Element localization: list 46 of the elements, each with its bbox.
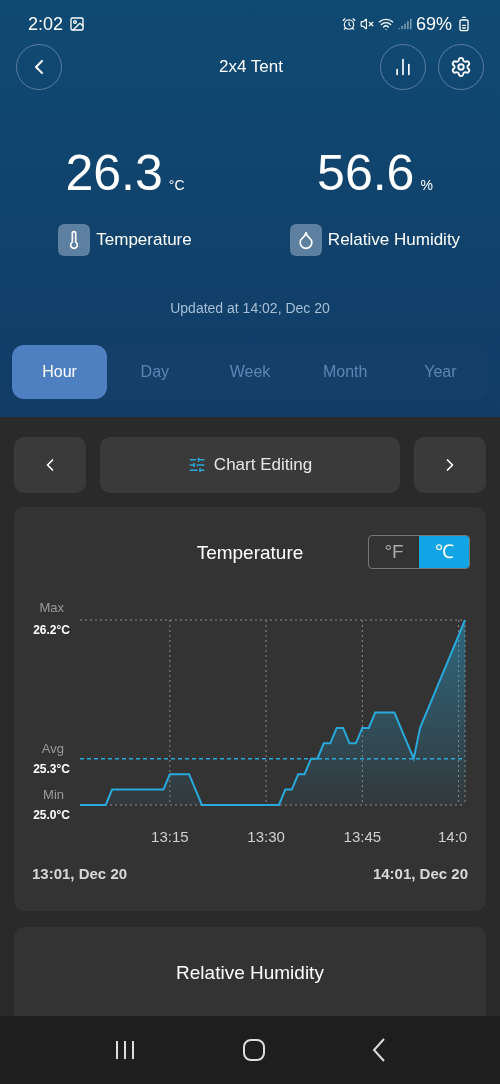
droplet-icon — [289, 224, 322, 256]
settings-icon — [450, 56, 472, 78]
reading-label: Relative Humidity — [327, 229, 461, 252]
mute-icon — [359, 17, 374, 31]
home-icon[interactable] — [243, 1039, 265, 1061]
reading-unit: % — [420, 176, 433, 195]
updated-time: Updated at 14:02, Dec 20 — [169, 299, 331, 318]
reading-value: 56.6 — [317, 146, 415, 200]
recent-apps-icon[interactable] — [113, 1040, 136, 1060]
device-title: 2x4 Tent — [218, 56, 284, 79]
battery-percent: 69% — [415, 12, 452, 36]
end-time: 14:01, Dec 20 — [372, 864, 468, 884]
image-icon — [69, 16, 86, 32]
x-tick-label: 13:45 — [343, 828, 382, 845]
clock-time: 2:02 — [28, 12, 64, 36]
period-tab[interactable]: Year — [392, 345, 488, 399]
reading-value: 26.3 — [65, 146, 163, 200]
wifi-icon — [377, 16, 394, 32]
unit-toggle[interactable]: °F — [369, 536, 419, 568]
period-tab[interactable]: Month — [297, 345, 393, 399]
x-tick-label: 13:30 — [247, 828, 285, 845]
y-tick-label: 26.2°C — [33, 623, 70, 637]
sliders-icon — [187, 456, 206, 474]
thermometer-icon — [58, 224, 91, 256]
back-icon[interactable] — [372, 1038, 387, 1062]
reading-unit: °C — [168, 176, 185, 195]
card-title: Temperature — [196, 540, 304, 565]
signal-icon — [397, 17, 412, 31]
y-tick-label: 25.3°C — [33, 761, 70, 776]
period-tab[interactable]: Hour — [12, 345, 108, 399]
battery-icon — [456, 16, 472, 32]
x-tick-label: 13:15 — [151, 828, 189, 845]
y-tick-label: 25.0°C — [33, 808, 70, 822]
bar-chart-icon — [393, 57, 413, 77]
period-tab[interactable]: Day — [107, 345, 203, 399]
stat-name: Min — [43, 787, 64, 802]
chart-editing-button[interactable]: Chart Editing — [100, 437, 400, 493]
x-tick-label: 14:0 — [438, 828, 468, 845]
stat-name: Max — [39, 600, 64, 615]
reading-label: Temperature — [96, 229, 192, 252]
unit-toggle[interactable]: ℃ — [419, 536, 469, 568]
period-tab[interactable]: Week — [202, 345, 298, 399]
card-title: Relative Humidity — [176, 961, 324, 985]
start-time: 13:01, Dec 20 — [32, 864, 128, 884]
alarm-icon — [341, 17, 356, 31]
stat-name: Avg — [41, 740, 64, 756]
